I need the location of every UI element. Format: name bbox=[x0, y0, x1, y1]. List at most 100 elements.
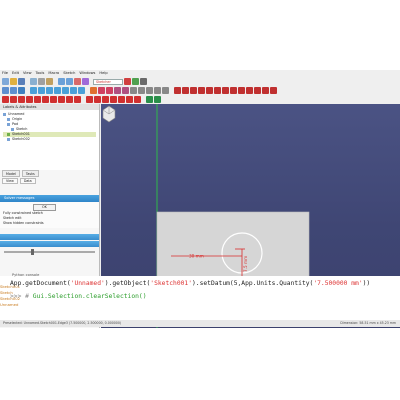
point-icon[interactable] bbox=[174, 87, 181, 94]
horizontal-icon[interactable] bbox=[26, 96, 33, 103]
navigation-cube-icon[interactable] bbox=[101, 104, 117, 126]
radius-icon[interactable] bbox=[118, 96, 125, 103]
status-bar: Dimension: 58.51 mm x 45.23 mm Preselect… bbox=[0, 320, 400, 327]
menu-macro[interactable]: Macro bbox=[48, 70, 59, 77]
menu-edit[interactable]: Edit bbox=[12, 70, 19, 77]
python-console[interactable]: Python console Sketch001 Sketch Sketch00… bbox=[0, 273, 400, 326]
point-on-object-icon[interactable] bbox=[10, 96, 17, 103]
tab-tasks[interactable]: Tasks bbox=[21, 170, 39, 177]
conic-icon[interactable] bbox=[206, 87, 213, 94]
draw-style-icon[interactable] bbox=[18, 87, 25, 94]
line-icon[interactable] bbox=[182, 87, 189, 94]
rectangle-icon[interactable] bbox=[230, 87, 237, 94]
reorient-sketch-icon[interactable] bbox=[138, 87, 145, 94]
fillet-icon[interactable] bbox=[254, 87, 261, 94]
workbench-selector[interactable]: Sketcher bbox=[93, 78, 123, 85]
toggle-construction-icon[interactable] bbox=[146, 96, 153, 103]
macro-run-icon[interactable] bbox=[132, 78, 139, 85]
menu-windows[interactable]: Windows bbox=[79, 70, 95, 77]
tangent-icon[interactable] bbox=[50, 96, 57, 103]
report-view-strip: Sketch001 Sketch Sketch002 Unnamed bbox=[0, 284, 20, 308]
console-title: Python console bbox=[12, 273, 40, 277]
cut-icon[interactable] bbox=[30, 78, 37, 85]
sketch-leave-icon[interactable] bbox=[106, 87, 113, 94]
equal-icon[interactable] bbox=[58, 96, 65, 103]
vertical-icon[interactable] bbox=[18, 96, 25, 103]
polygon-icon[interactable] bbox=[238, 87, 245, 94]
block-icon[interactable] bbox=[74, 96, 81, 103]
model-tree: Unnamed Origin Pad Sketch Sketch001 Sket… bbox=[0, 110, 99, 170]
sketch-new-icon[interactable] bbox=[98, 87, 105, 94]
horizontal-dimension-label[interactable]: 30 mm bbox=[189, 254, 204, 259]
file-toolbar: Sketcher bbox=[0, 77, 400, 86]
section-view-icon[interactable] bbox=[122, 87, 129, 94]
fit-all-icon[interactable] bbox=[2, 87, 9, 94]
whats-this-icon[interactable] bbox=[82, 78, 89, 85]
task-row[interactable]: Show hidden constraints bbox=[3, 221, 96, 226]
validate-sketch-icon[interactable] bbox=[146, 87, 153, 94]
console-line: >>> # Gui.Selection.clearSelection() bbox=[10, 293, 147, 300]
fit-selection-icon[interactable] bbox=[10, 87, 17, 94]
parallel-icon[interactable] bbox=[34, 96, 41, 103]
menu-tools[interactable]: Tools bbox=[36, 70, 45, 77]
refresh-icon[interactable] bbox=[74, 78, 81, 85]
menu-help[interactable]: Help bbox=[99, 70, 107, 77]
view-iso-icon[interactable] bbox=[30, 87, 37, 94]
toggle-driving-icon[interactable] bbox=[154, 96, 161, 103]
edit-controls-header[interactable] bbox=[0, 234, 99, 240]
trim-icon[interactable] bbox=[262, 87, 269, 94]
mirror-sketch-icon[interactable] bbox=[162, 87, 169, 94]
tab-model[interactable]: Model bbox=[2, 170, 20, 177]
view-top-icon[interactable] bbox=[46, 87, 53, 94]
save-icon[interactable] bbox=[18, 78, 25, 85]
symmetric-icon[interactable] bbox=[66, 96, 73, 103]
view-right-icon[interactable] bbox=[54, 87, 61, 94]
view-front-icon[interactable] bbox=[38, 87, 45, 94]
undo-icon[interactable] bbox=[58, 78, 65, 85]
angle-icon[interactable] bbox=[126, 96, 133, 103]
status-right: Dimension: 58.51 mm x 45.23 mm bbox=[340, 321, 396, 325]
map-sketch-icon[interactable] bbox=[130, 87, 137, 94]
macro-stop-icon[interactable] bbox=[140, 78, 147, 85]
new-file-icon[interactable] bbox=[2, 78, 9, 85]
extend-icon[interactable] bbox=[270, 87, 277, 94]
view-rear-icon[interactable] bbox=[62, 87, 69, 94]
task-header[interactable]: Solver messages bbox=[0, 195, 99, 202]
vertical-dimension-label[interactable]: 7.5 mm bbox=[243, 256, 248, 272]
tab-view[interactable]: View bbox=[2, 178, 18, 184]
view-left-icon[interactable] bbox=[78, 87, 85, 94]
slot-icon[interactable] bbox=[246, 87, 253, 94]
open-file-icon[interactable] bbox=[10, 78, 17, 85]
lock-icon[interactable] bbox=[86, 96, 93, 103]
distance-icon[interactable] bbox=[110, 96, 117, 103]
tab-data[interactable]: Data bbox=[19, 178, 36, 184]
menu-sketch[interactable]: Sketch bbox=[63, 70, 75, 77]
menu-file[interactable]: File bbox=[2, 70, 8, 77]
snell-icon[interactable] bbox=[134, 96, 141, 103]
merge-sketch-icon[interactable] bbox=[154, 87, 161, 94]
report-line: Unnamed bbox=[0, 302, 19, 307]
vertical-distance-icon[interactable] bbox=[102, 96, 109, 103]
task-panel: Solver messages OK Fully constrained ske… bbox=[0, 195, 99, 257]
coincident-icon[interactable] bbox=[2, 96, 9, 103]
copy-icon[interactable] bbox=[38, 78, 45, 85]
polyline-icon[interactable] bbox=[222, 87, 229, 94]
macro-record-icon[interactable] bbox=[124, 78, 131, 85]
menu-bar: File Edit View Tools Macro Sketch Window… bbox=[0, 70, 400, 77]
tree-tabs: Model Tasks bbox=[0, 170, 99, 177]
view-bottom-icon[interactable] bbox=[70, 87, 77, 94]
perpendicular-icon[interactable] bbox=[42, 96, 49, 103]
menu-view[interactable]: View bbox=[23, 70, 32, 77]
horizontal-distance-icon[interactable] bbox=[94, 96, 101, 103]
tree-item[interactable]: Sketch002 bbox=[3, 137, 96, 142]
arc-icon[interactable] bbox=[190, 87, 197, 94]
paste-icon[interactable] bbox=[46, 78, 53, 85]
redo-icon[interactable] bbox=[66, 78, 73, 85]
grid-size-row bbox=[0, 247, 99, 257]
grid-size-slider[interactable] bbox=[4, 249, 95, 255]
ok-button[interactable]: OK bbox=[33, 204, 56, 211]
circle-icon[interactable] bbox=[198, 87, 205, 94]
bspline-icon[interactable] bbox=[214, 87, 221, 94]
measure-icon[interactable] bbox=[90, 87, 97, 94]
sketch-view-icon[interactable] bbox=[114, 87, 121, 94]
